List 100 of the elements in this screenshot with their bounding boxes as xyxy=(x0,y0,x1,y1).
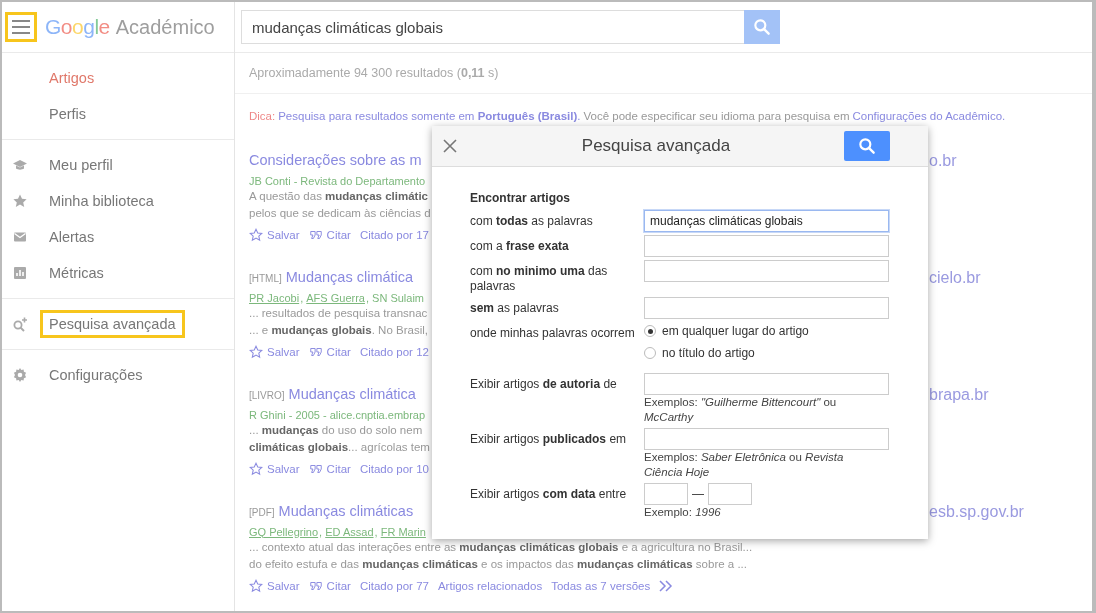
snippet-text: A questão das mudanças climátic xyxy=(249,190,428,204)
result-link[interactable]: Artigos relacionados xyxy=(437,580,543,592)
dialog-title: Pesquisa avançada xyxy=(580,136,732,156)
field-label: com todas as palavras xyxy=(470,213,594,229)
tip-text: Você pode especificar seu idioma para pesquisa em xyxy=(583,110,850,124)
result-link[interactable]: Citado por 77 xyxy=(359,580,429,592)
cite-link[interactable]: Citar xyxy=(326,463,351,475)
field-label: onde minhas palavras ocorrem xyxy=(470,325,636,341)
menu-icon xyxy=(11,19,31,35)
author-text: , xyxy=(374,525,379,539)
format-tag: [HTML] xyxy=(249,273,282,284)
snippet-text: ... resultados de pesquisa transnac xyxy=(249,307,428,321)
format-tag: [PDF] xyxy=(249,507,275,518)
quote-icon xyxy=(308,228,323,242)
result-title[interactable]: Considerações sobre as m xyxy=(249,152,422,168)
result-source[interactable]: brapa.br xyxy=(929,386,1092,406)
quote-icon xyxy=(308,462,323,476)
author-text: , SN Sulaim xyxy=(365,291,425,305)
sidebar-item[interactable]: Minha biblioteca xyxy=(40,187,163,215)
tip-label: Dica: xyxy=(249,110,276,124)
close-button[interactable] xyxy=(442,138,458,154)
author-text: R Ghini - 2005 - alice.cnptia.embrap xyxy=(249,408,426,422)
save-link[interactable]: Salvar xyxy=(267,346,300,358)
cite-link[interactable]: Citar xyxy=(326,346,351,358)
snippet-text: ... contexto atual das interações entre as mudanças climáticas globais e a agricultura no Brasil... xyxy=(249,541,753,555)
search-button[interactable] xyxy=(844,131,890,161)
field-label: Exibir artigos de autoria de xyxy=(470,376,618,392)
field-label: sem as palavras xyxy=(470,300,560,316)
search-icon xyxy=(857,136,877,156)
sidebar-item[interactable]: Perfis xyxy=(40,100,96,128)
hint-text: Exemplos: "Guilherme Bittencourt" ou McCarthy xyxy=(644,395,838,425)
radio-label[interactable]: em qualquer lugar do artigo xyxy=(662,324,809,338)
logo-brand[interactable]: Google xyxy=(45,15,110,39)
input-field[interactable] xyxy=(644,235,889,257)
snippet-text: ... mudanças do uso do solo nem xyxy=(249,424,423,438)
radio-label[interactable]: no título do artigo xyxy=(662,346,755,360)
search-plus-icon xyxy=(12,316,28,332)
input-field[interactable] xyxy=(644,483,688,505)
field-label: com a frase exata xyxy=(470,238,570,254)
quote-icon xyxy=(308,345,323,359)
snippet-text: climáticas globais... agrícolas tem xyxy=(249,441,430,455)
author-link[interactable]: GQ Pellegrino xyxy=(249,525,319,539)
snippet-text: pelos que se dedicam às ciências d xyxy=(249,207,431,221)
input-field[interactable] xyxy=(644,373,889,395)
close-icon xyxy=(442,138,458,154)
author-link[interactable]: ED Assad xyxy=(325,525,374,539)
search-icon xyxy=(752,17,772,37)
field-label: Exibir artigos publicados em xyxy=(470,431,628,447)
cite-link[interactable]: Citar xyxy=(326,229,351,241)
search-field[interactable]: mudanças climáticas globais xyxy=(241,10,744,44)
result-source[interactable]: esb.sp.gov.br xyxy=(929,503,1092,523)
format-tag: [LIVRO] xyxy=(249,390,285,401)
chart-icon xyxy=(12,265,28,281)
author-text: , xyxy=(300,291,305,305)
sidebar-item[interactable]: Métricas xyxy=(40,259,113,287)
star-outline-icon xyxy=(249,345,263,359)
menu-button[interactable] xyxy=(5,12,37,42)
quote-icon xyxy=(308,579,323,593)
search-button[interactable] xyxy=(744,10,780,44)
input-field[interactable] xyxy=(644,428,889,450)
snippet-text: ... e mudanças globais. No Brasil, xyxy=(249,324,428,338)
hint-text: Exemplo: 1996 xyxy=(644,505,722,520)
result-source[interactable]: o.br xyxy=(929,152,1092,172)
sidebar-item[interactable]: Pesquisa avançada xyxy=(40,310,185,338)
result-link[interactable]: Citado por 17 xyxy=(359,229,429,241)
result-link[interactable]: Citado por 10 xyxy=(359,463,429,475)
author-text: JB Conti - Revista do Departamento xyxy=(249,174,426,188)
star-icon xyxy=(12,193,28,209)
save-link[interactable]: Salvar xyxy=(267,229,300,241)
logo-product: Académico xyxy=(115,16,215,39)
save-link[interactable]: Salvar xyxy=(267,580,300,592)
result-title[interactable]: Mudanças climática xyxy=(285,269,414,285)
field-label: com no minimo uma das palavras xyxy=(470,263,609,294)
gear-icon xyxy=(12,367,28,383)
star-outline-icon xyxy=(249,579,263,593)
sidebar-item[interactable]: Artigos xyxy=(40,64,104,92)
save-link[interactable]: Salvar xyxy=(267,463,300,475)
range-dash: — xyxy=(692,487,704,501)
results-count: Aproximadamente 94 300 resultados (0,11 s) xyxy=(249,66,499,80)
sidebar-item[interactable]: Configurações xyxy=(40,361,152,389)
hint-text: Exemplos: Saber Eletrônica ou Revista Ciência Hoje xyxy=(644,450,845,480)
author-link[interactable]: PR Jacobi xyxy=(249,291,300,305)
result-title[interactable]: Mudanças climáticas xyxy=(278,503,414,519)
input-field[interactable]: mudanças climáticas globais xyxy=(644,210,889,232)
result-title[interactable]: Mudanças climática xyxy=(288,386,416,402)
sidebar-item[interactable]: Alertas xyxy=(40,223,104,251)
input-field[interactable] xyxy=(644,260,889,282)
result-link[interactable]: Citado por 12 xyxy=(359,346,429,358)
cite-link[interactable]: Citar xyxy=(326,580,351,592)
field-label: Exibir artigos com data entre xyxy=(470,486,628,502)
sidebar-item[interactable]: Meu perfil xyxy=(40,151,122,179)
result-link[interactable]: Todas as 7 versões xyxy=(551,580,651,592)
input-field[interactable] xyxy=(708,483,752,505)
result-source[interactable]: cielo.br xyxy=(929,269,1092,289)
double-chevron-icon[interactable] xyxy=(659,580,674,592)
author-link[interactable]: AFS Guerra xyxy=(306,291,365,305)
star-outline-icon xyxy=(249,462,263,476)
author-link[interactable]: FR Marin xyxy=(380,525,426,539)
input-field[interactable] xyxy=(644,297,889,319)
graduation-cap-icon xyxy=(12,157,28,173)
